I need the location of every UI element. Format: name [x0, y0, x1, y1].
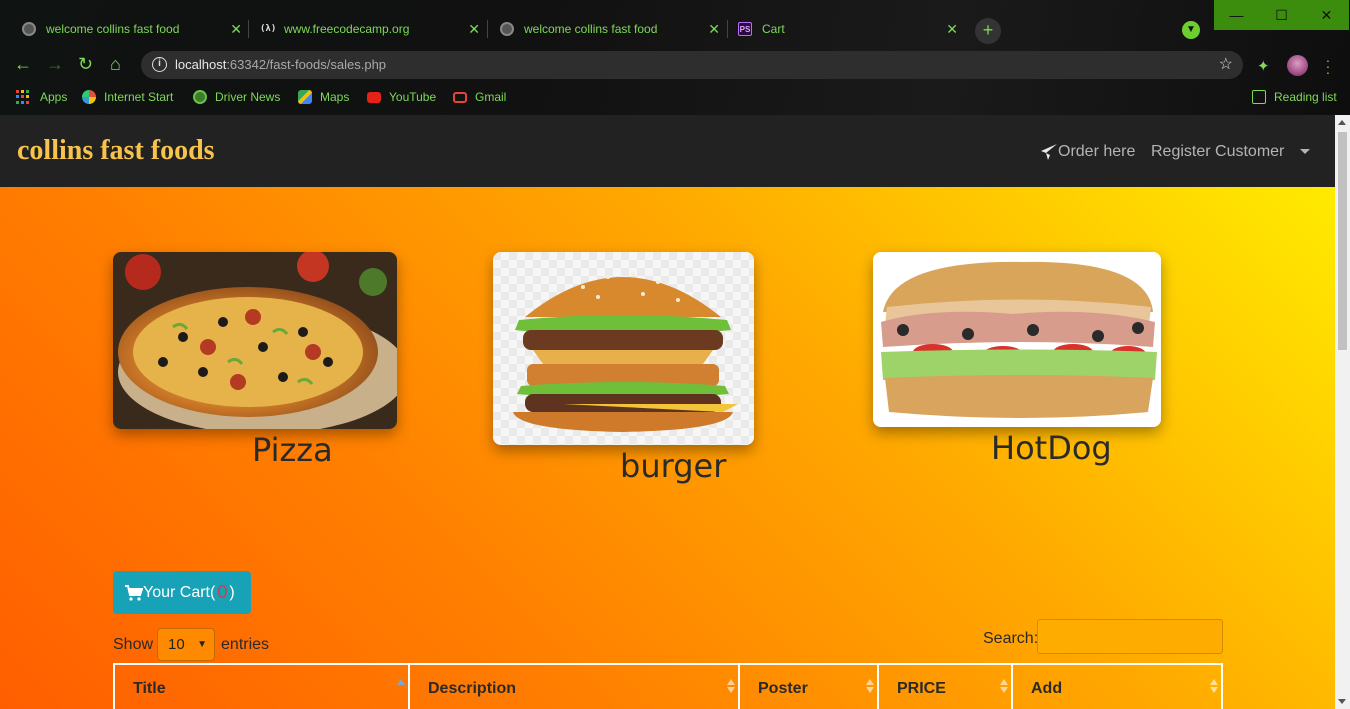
- bookmark-maps[interactable]: Maps: [298, 90, 349, 104]
- bookmark-driver-news[interactable]: Driver News: [193, 90, 280, 104]
- download-indicator-icon[interactable]: ▼: [1182, 21, 1200, 39]
- your-cart-button[interactable]: Your Cart( 0 ): [113, 571, 251, 614]
- browser-chrome: welcome collins fast food ✕ (λ) www.free…: [0, 0, 1350, 115]
- globe-icon: [500, 22, 514, 36]
- sort-icon: [727, 679, 735, 693]
- close-icon[interactable]: ✕: [708, 21, 720, 38]
- forward-icon[interactable]: →: [46, 54, 64, 75]
- browser-toolbar: ← → ↻ ⌂ i localhost:63342/fast-foods/sal…: [0, 46, 1350, 84]
- chevron-down-icon: ▼: [197, 639, 208, 650]
- food-title-hotdog: HotDog: [991, 429, 1112, 467]
- tab-title: Cart: [762, 22, 785, 36]
- tab-title: www.freecodecamp.org: [284, 22, 410, 36]
- bookmark-gmail[interactable]: Gmail: [453, 90, 506, 104]
- pizza-image[interactable]: [113, 252, 397, 429]
- tab-title: welcome collins fast food: [524, 22, 658, 36]
- nav-order-here[interactable]: Order here: [1041, 143, 1135, 161]
- gmail-icon: [453, 91, 467, 103]
- tab-cart[interactable]: PS Cart ✕: [722, 12, 962, 46]
- bookmark-internet-start[interactable]: Internet Start: [82, 90, 173, 104]
- new-tab-button[interactable]: +: [975, 18, 1001, 44]
- bookmark-apps[interactable]: Apps: [16, 90, 67, 104]
- maps-icon: [298, 90, 312, 104]
- column-header-poster[interactable]: Poster: [740, 665, 879, 709]
- scroll-up-icon[interactable]: [1338, 120, 1346, 125]
- phpstorm-icon: PS: [738, 22, 752, 36]
- food-title-burger: burger: [620, 447, 727, 485]
- reading-list[interactable]: Reading list: [1252, 90, 1337, 104]
- close-window-button[interactable]: ✕: [1304, 0, 1349, 30]
- site-info-icon[interactable]: i: [152, 57, 167, 72]
- bookmark-star-icon[interactable]: ☆: [1219, 54, 1233, 74]
- profile-avatar[interactable]: [1287, 55, 1308, 76]
- address-bar[interactable]: i localhost:63342/fast-foods/sales.php ☆: [141, 51, 1243, 79]
- bookmarks-bar: Apps Internet Start Driver News Maps You…: [0, 84, 1350, 112]
- freecodecamp-icon: (λ): [260, 24, 277, 34]
- column-header-price[interactable]: PRICE: [879, 665, 1013, 709]
- url-text[interactable]: localhost:63342/fast-foods/sales.php: [175, 57, 386, 72]
- internet-start-icon: [82, 90, 96, 104]
- sort-ascending-icon: [397, 679, 405, 693]
- close-icon[interactable]: ✕: [468, 21, 480, 38]
- reload-icon[interactable]: ↻: [78, 54, 93, 75]
- food-title-pizza: Pizza: [252, 431, 333, 469]
- column-header-description[interactable]: Description: [410, 665, 740, 709]
- entries-select[interactable]: 10 ▼: [157, 628, 216, 661]
- reading-list-icon: [1252, 90, 1266, 104]
- browser-menu-icon[interactable]: · · ·: [1325, 53, 1331, 79]
- paper-plane-icon: [1041, 144, 1057, 160]
- nav-register-customer[interactable]: Register Customer: [1151, 143, 1284, 161]
- column-header-title[interactable]: Title: [115, 665, 410, 709]
- minimize-button[interactable]: —: [1214, 0, 1259, 30]
- scroll-down-icon[interactable]: [1338, 699, 1346, 704]
- tab-strip: welcome collins fast food ✕ (λ) www.free…: [0, 0, 1350, 46]
- search-input[interactable]: [1037, 619, 1223, 654]
- tab-title: welcome collins fast food: [46, 22, 180, 36]
- cart-count: 0: [217, 582, 228, 602]
- sort-icon: [1210, 679, 1218, 693]
- maximize-button[interactable]: ☐: [1259, 0, 1304, 30]
- burger-image[interactable]: [493, 252, 754, 445]
- globe-icon: [193, 90, 207, 104]
- tab-freecodecamp[interactable]: (λ) www.freecodecamp.org ✕: [244, 12, 484, 46]
- apps-grid-icon: [16, 90, 30, 104]
- close-icon[interactable]: ✕: [946, 21, 958, 38]
- sort-icon: [1000, 679, 1008, 693]
- scrollbar-thumb[interactable]: [1338, 132, 1347, 350]
- search-label: Search:: [983, 630, 1039, 647]
- sort-icon: [866, 679, 874, 693]
- entries-length-control: Show 10 ▼ entries: [113, 628, 269, 661]
- youtube-icon: [367, 91, 381, 103]
- column-header-add[interactable]: Add: [1013, 665, 1221, 709]
- page-viewport: collins fast foods Order here Register C…: [0, 115, 1335, 709]
- hotdog-image[interactable]: [873, 252, 1161, 427]
- dropdown-caret-icon[interactable]: [1300, 149, 1310, 154]
- products-table-header: Title Description Poster PRICE Add: [113, 663, 1223, 709]
- site-brand[interactable]: collins fast foods: [17, 135, 215, 167]
- page-scrollbar[interactable]: [1335, 115, 1350, 709]
- home-icon[interactable]: ⌂: [110, 54, 121, 75]
- shopping-cart-icon: [125, 584, 143, 601]
- tab-welcome-2[interactable]: welcome collins fast food ✕: [484, 12, 724, 46]
- tab-welcome-1[interactable]: welcome collins fast food ✕: [6, 12, 246, 46]
- globe-icon: [22, 22, 36, 36]
- back-icon[interactable]: ←: [14, 54, 32, 75]
- extensions-icon[interactable]: ✦: [1257, 57, 1270, 75]
- bookmark-youtube[interactable]: YouTube: [367, 90, 436, 104]
- site-navbar: collins fast foods Order here Register C…: [0, 115, 1335, 187]
- close-icon[interactable]: ✕: [230, 21, 242, 38]
